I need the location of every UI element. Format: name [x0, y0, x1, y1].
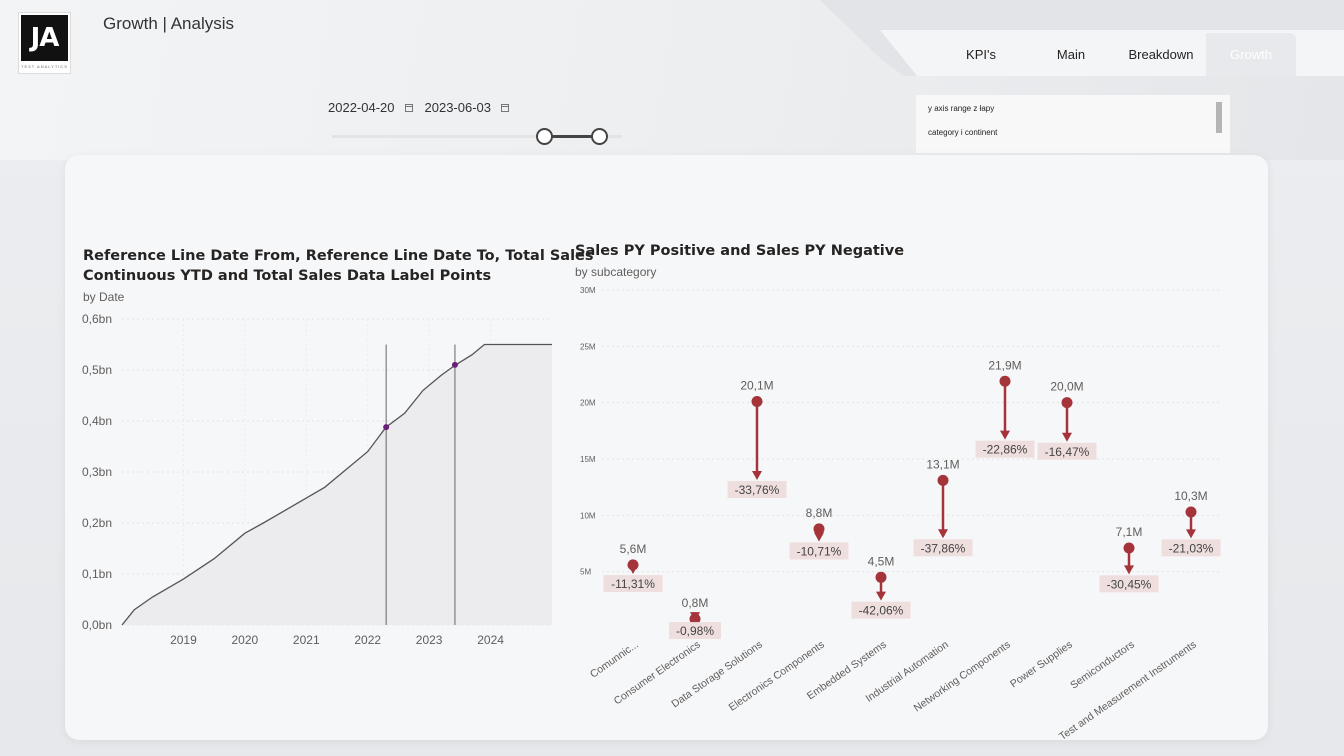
- reference-point: [451, 361, 458, 368]
- tab-main[interactable]: Main: [1026, 33, 1116, 76]
- x-tick-label: 2024: [477, 633, 504, 647]
- change-label: -37,86%: [921, 541, 966, 555]
- x-tick-label: 2019: [170, 633, 197, 647]
- change-arrow-head: [1186, 529, 1196, 539]
- start-date-field[interactable]: 2022-04-20: [328, 100, 413, 115]
- filter-item[interactable]: category i continent: [928, 128, 997, 137]
- change-label: -22,86%: [983, 443, 1028, 457]
- logo-mark: JA: [21, 15, 68, 61]
- logo: JA TEST ANALYTICS: [18, 12, 71, 74]
- date-slider-start-handle[interactable]: [536, 128, 553, 145]
- x-tick-label: 2020: [232, 633, 259, 647]
- x-tick-label: 2022: [354, 633, 381, 647]
- dumbbell-chart-title: Sales PY Positive and Sales PY Negative: [575, 243, 905, 259]
- change-label: -11,31%: [611, 577, 655, 591]
- change-arrow-head: [752, 470, 762, 480]
- x-category-label: Comunnic...: [588, 639, 641, 681]
- x-tick-label: 2021: [293, 633, 320, 647]
- change-label: -0,98%: [676, 624, 714, 638]
- change-arrow-head: [628, 565, 638, 575]
- y-tick-label: 10M: [580, 511, 596, 520]
- change-label: -42,06%: [859, 604, 904, 618]
- tab-kpis[interactable]: KPI's: [936, 33, 1026, 76]
- y-tick-label: 0,2bn: [82, 516, 112, 530]
- y-tick-label: 25M: [580, 342, 596, 351]
- calendar-icon[interactable]: [404, 103, 413, 112]
- y-tick-label: 30M: [580, 286, 596, 295]
- line-chart-title-line2: Continuous YTD and Total Sales Data Labe…: [83, 268, 492, 284]
- filter-list[interactable]: y axis range z łapy category i continent: [916, 95, 1230, 153]
- value-label: 21,9M: [988, 358, 1021, 372]
- value-label: 7,1M: [1116, 525, 1143, 539]
- y-tick-label: 5M: [580, 568, 591, 577]
- reference-point: [383, 424, 390, 431]
- filter-list-scrollbar[interactable]: [1216, 102, 1222, 133]
- value-label: 20,1M: [740, 379, 773, 393]
- dumbbell-chart: 30M 25M 20M 15M 10M 5M 5,6M -11,31% Comunnic... 0…: [580, 286, 1222, 740]
- y-tick-label: 15M: [580, 455, 596, 464]
- change-arrow-head: [1000, 430, 1010, 440]
- change-label: -21,03%: [1169, 541, 1214, 555]
- filter-item[interactable]: y axis range z łapy: [928, 104, 994, 113]
- change-arrow-head: [938, 529, 948, 539]
- x-category-label: Power Supplies: [1008, 639, 1075, 691]
- y-tick-label: 0,4bn: [82, 414, 112, 428]
- value-label: 13,1M: [926, 457, 959, 471]
- change-label: -10,71%: [797, 544, 842, 558]
- tab-breakdown[interactable]: Breakdown: [1116, 33, 1206, 76]
- change-arrow-head: [814, 532, 824, 542]
- area-fill: [122, 344, 552, 625]
- change-arrow-head: [1062, 432, 1072, 442]
- y-tick-label: 0,3bn: [82, 465, 112, 479]
- line-chart: 0,6bn 0,5bn 0,4bn 0,3bn 0,2bn 0,1bn 0,0bn 2019 2…: [82, 312, 552, 647]
- change-label: -33,76%: [735, 483, 780, 497]
- change-arrow-head: [1124, 565, 1134, 575]
- end-date-value[interactable]: 2023-06-03: [425, 100, 492, 115]
- value-label: 5,6M: [620, 542, 647, 556]
- y-tick-label: 0,6bn: [82, 312, 112, 326]
- value-label: 4,5M: [868, 554, 895, 568]
- line-chart-title-line1: Reference Line Date From, Reference Line…: [83, 248, 594, 264]
- page-tabs: KPI's Main Breakdown Growth: [936, 33, 1296, 76]
- line-chart-subtitle: by Date: [83, 290, 125, 304]
- line-chart-title: Reference Line Date From, Reference Line…: [83, 246, 594, 286]
- value-label: 10,3M: [1174, 489, 1207, 503]
- value-label: 20,0M: [1050, 380, 1083, 394]
- date-range-filter: 2022-04-20 2023-06-03: [328, 100, 509, 115]
- change-label: -30,45%: [1107, 577, 1152, 591]
- value-label: 0,8M: [682, 596, 709, 610]
- end-date-field[interactable]: 2023-06-03: [425, 100, 509, 115]
- value-label: 8,8M: [806, 506, 833, 520]
- calendar-icon[interactable]: [501, 103, 509, 112]
- x-tick-label: 2023: [416, 633, 443, 647]
- y-tick-label: 0,0bn: [82, 618, 112, 632]
- start-date-value[interactable]: 2022-04-20: [328, 100, 395, 115]
- page-title: Growth | Analysis: [103, 14, 235, 33]
- change-arrow-head: [876, 591, 886, 601]
- logo-subtext: TEST ANALYTICS: [21, 64, 68, 69]
- y-tick-label: 20M: [580, 399, 596, 408]
- date-slider-end-handle[interactable]: [591, 128, 608, 145]
- dumbbell-chart-subtitle: by subcategory: [575, 265, 657, 279]
- y-tick-label: 0,1bn: [82, 567, 112, 581]
- tab-growth[interactable]: Growth: [1206, 33, 1296, 76]
- change-label: -16,47%: [1045, 445, 1090, 459]
- y-tick-label: 0,5bn: [82, 363, 112, 377]
